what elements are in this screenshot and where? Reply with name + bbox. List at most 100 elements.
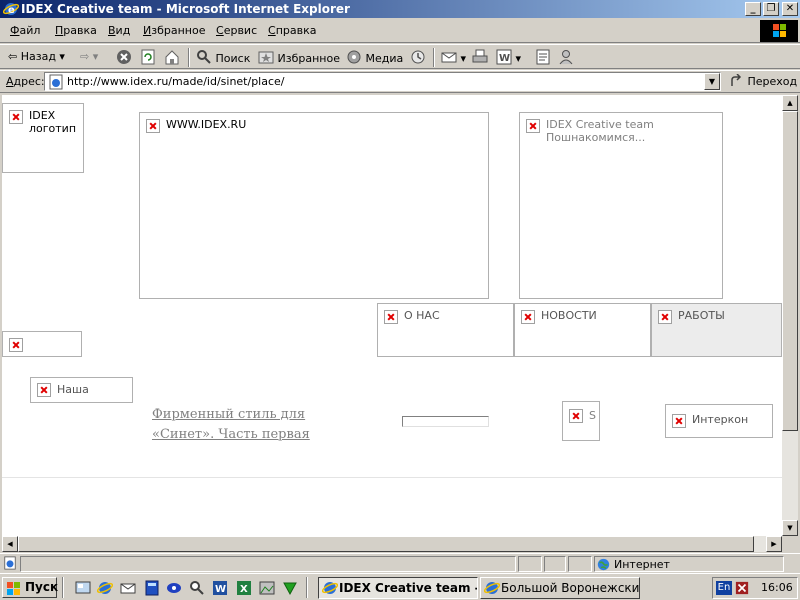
team-alt-text: IDEX Creative team Пошнакомимся...: [546, 118, 654, 144]
address-field[interactable]: http://www.idex.ru/made/id/sinet/place/ …: [44, 72, 721, 91]
task-label: Большой Воронежский ...: [501, 581, 640, 595]
nav-news-label: НОВОСТИ: [541, 309, 597, 322]
print-icon[interactable]: [472, 49, 488, 65]
title-bar[interactable]: e IDEX Creative team - Microsoft Interne…: [0, 0, 800, 18]
small-image-alt-text: S: [589, 409, 596, 422]
search-label: Поиск: [215, 52, 251, 65]
history-icon[interactable]: [410, 49, 426, 65]
status-bar: Интернет: [0, 553, 800, 572]
address-bar: Адрес: http://www.idex.ru/made/id/sinet/…: [0, 70, 800, 93]
tray-app-icon[interactable]: [735, 581, 749, 595]
refresh-icon[interactable]: [140, 49, 156, 65]
scroll-down-button[interactable]: ▼: [782, 520, 798, 536]
header-image: WWW.IDEX.RU: [139, 112, 489, 299]
our-work-image[interactable]: Наша: [30, 377, 133, 403]
broken-image-icon: [521, 310, 535, 324]
back-label: Назад: [20, 50, 56, 63]
nav-about-image[interactable]: О НАС: [377, 303, 514, 357]
menu-favorites[interactable]: Избранное: [143, 24, 205, 37]
nav-news-image[interactable]: НОВОСТИ: [514, 303, 651, 357]
messenger-icon[interactable]: [558, 49, 574, 65]
windows-flag-icon: [7, 582, 20, 595]
favorites-icon: [258, 51, 274, 64]
back-button[interactable]: ⇦ Назад ▾: [8, 49, 65, 65]
small-image[interactable]: S: [562, 401, 600, 441]
svg-text:W: W: [215, 584, 226, 595]
restore-button[interactable]: ❐: [763, 2, 779, 16]
status-panel: [568, 556, 592, 572]
horizontal-scrollbar[interactable]: ◀ ▶: [2, 536, 782, 552]
search-files-icon[interactable]: [189, 580, 205, 596]
menu-help[interactable]: Справка: [268, 24, 316, 37]
task-button-doc[interactable]: Большой Воронежский ...: [480, 577, 640, 599]
page-content: IDEX логотип WWW.IDEX.RU IDEX Creative t…: [2, 95, 782, 536]
stop-icon[interactable]: [116, 49, 132, 65]
broken-image-icon: [9, 338, 23, 352]
broken-image-icon: [384, 310, 398, 324]
media-button[interactable]: Медиа: [346, 49, 403, 65]
show-desktop-icon[interactable]: [75, 580, 91, 596]
start-button[interactable]: Пуск: [2, 577, 58, 598]
task-label: IDEX Creative team - ...: [339, 581, 477, 595]
home-icon[interactable]: [164, 49, 180, 65]
word-icon[interactable]: W: [212, 580, 228, 596]
address-dropdown-button[interactable]: ▼: [704, 73, 720, 90]
go-label: Переход: [747, 75, 798, 88]
language-indicator[interactable]: En: [716, 581, 732, 595]
menu-tools[interactable]: Сервис: [216, 24, 257, 37]
search-icon: [197, 50, 211, 64]
broken-image-icon: [569, 409, 583, 423]
outlook-icon[interactable]: [120, 580, 136, 596]
media-player-icon[interactable]: [166, 580, 182, 596]
svg-text:W: W: [499, 53, 510, 64]
partner-image[interactable]: Интеркон: [665, 404, 773, 438]
internet-explorer-icon: e: [3, 3, 19, 16]
page-icon: [49, 74, 63, 90]
menu-view[interactable]: Вид: [108, 24, 130, 37]
ie-task-icon: [484, 582, 500, 594]
status-panel: [518, 556, 542, 572]
clock[interactable]: 16:06: [761, 581, 793, 594]
media-label: Медиа: [365, 52, 404, 65]
task-button-ie[interactable]: IDEX Creative team - ...: [318, 577, 478, 599]
discuss-icon[interactable]: [535, 49, 551, 65]
broken-image-icon: [146, 119, 160, 133]
broken-image-icon: [526, 119, 540, 133]
search-button[interactable]: Поиск: [196, 49, 250, 65]
logo-image[interactable]: IDEX логотип: [2, 103, 84, 173]
svg-text:e: e: [8, 5, 15, 16]
security-zone-panel: Интернет: [594, 556, 784, 572]
favorites-button[interactable]: Избранное: [258, 49, 340, 65]
media-icon: [347, 50, 361, 64]
nav-works-image[interactable]: РАБОТЫ: [651, 303, 782, 357]
scroll-right-button[interactable]: ▶: [766, 536, 782, 552]
our-work-alt-text: Наша: [57, 383, 89, 396]
forward-button[interactable]: ⇨ ▾: [80, 49, 98, 65]
svg-text:X: X: [240, 584, 248, 595]
mail-icon: [441, 52, 457, 63]
project-link[interactable]: Фирменный стиль для «Синет». Часть перва…: [152, 405, 310, 445]
header-alt-text: WWW.IDEX.RU: [166, 118, 247, 131]
horizontal-scroll-thumb[interactable]: [18, 536, 754, 552]
menu-edit[interactable]: Правка: [55, 24, 97, 37]
checkmark-app-icon[interactable]: [282, 580, 298, 596]
ie-quicklaunch-icon[interactable]: [97, 580, 113, 596]
excel-icon[interactable]: X: [236, 580, 252, 596]
scroll-left-button[interactable]: ◀: [2, 536, 18, 552]
standard-toolbar: ⇦ Назад ▾ ⇨ ▾ Поиск Избранное Медиа ▾ W …: [0, 44, 800, 69]
vertical-scrollbar[interactable]: ▲ ▼: [782, 95, 798, 536]
menu-file[interactable]: Файл: [10, 24, 40, 37]
image-viewer-icon[interactable]: [259, 580, 275, 596]
vertical-scroll-thumb[interactable]: [782, 111, 798, 431]
scroll-up-button[interactable]: ▲: [782, 95, 798, 111]
blank-image-placeholder: [402, 416, 489, 427]
go-arrow-icon: [731, 73, 742, 86]
go-button[interactable]: Переход: [730, 73, 798, 88]
close-button[interactable]: ✕: [782, 2, 798, 16]
edit-button[interactable]: W ▾: [496, 49, 521, 65]
calculator-icon[interactable]: [144, 580, 160, 596]
window-title: IDEX Creative team - Microsoft Internet …: [21, 2, 350, 16]
minimize-button[interactable]: _: [745, 2, 761, 16]
left-menu-image[interactable]: [2, 331, 82, 357]
mail-button[interactable]: ▾: [441, 49, 466, 65]
